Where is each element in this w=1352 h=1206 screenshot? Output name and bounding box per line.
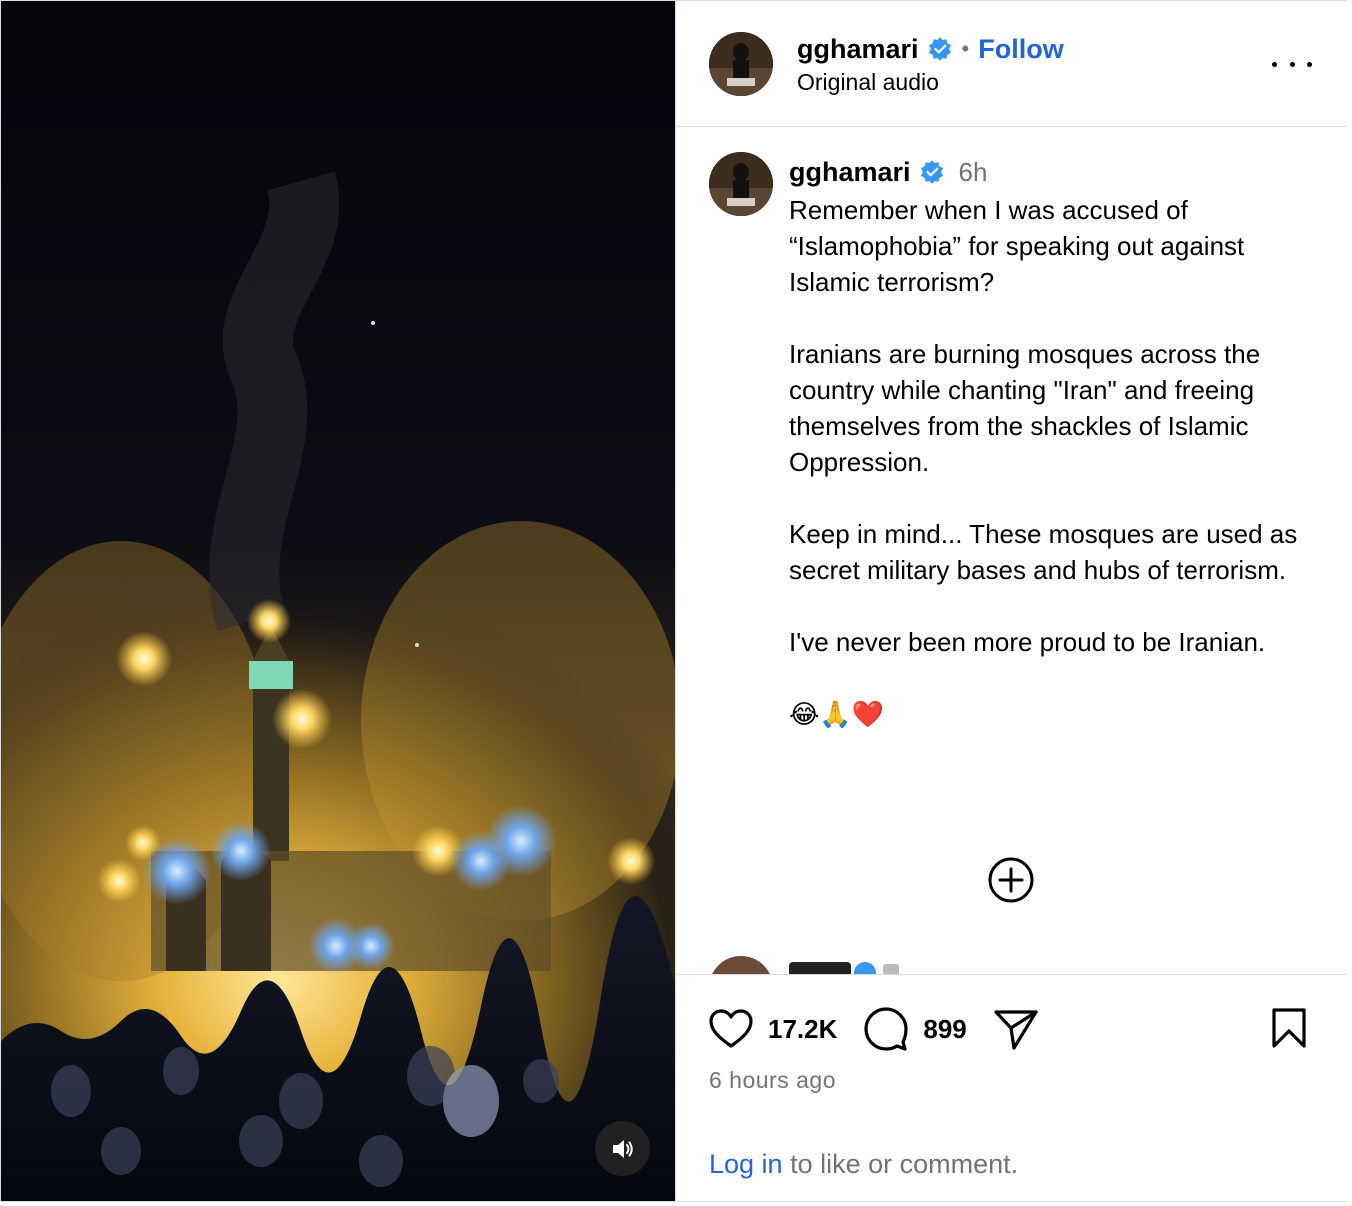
comments-scroll-area[interactable]: gghamari 6h Remember when I was accused … xyxy=(676,128,1348,974)
speaker-icon xyxy=(612,1139,633,1158)
heart-icon xyxy=(709,1009,753,1048)
follow-button[interactable]: Follow xyxy=(978,34,1063,65)
author-username[interactable]: gghamari xyxy=(797,34,919,65)
action-bar: 17.2K 899 xyxy=(708,1005,1039,1053)
caption-text: Remember when I was accused of “Islamoph… xyxy=(789,195,1298,729)
verified-badge-icon xyxy=(920,160,943,184)
load-more-comments-button[interactable] xyxy=(987,856,1035,904)
volume-button[interactable] xyxy=(595,1121,650,1176)
separator-dot: • xyxy=(961,36,970,61)
avatar-image xyxy=(709,32,773,96)
post-timestamp[interactable]: 6 hours ago xyxy=(709,1067,836,1094)
comment-button[interactable] xyxy=(863,1006,909,1052)
caption-username[interactable]: gghamari xyxy=(789,157,911,188)
paper-plane-icon xyxy=(994,1010,1038,1050)
login-prompt-text: to like or comment. xyxy=(782,1149,1019,1179)
caption-time[interactable]: 6h xyxy=(959,157,988,188)
post-side-panel: gghamari • Follow Original audio gghamar… xyxy=(675,1,1348,1201)
like-count[interactable]: 17.2K xyxy=(768,1014,837,1045)
author-avatar[interactable] xyxy=(709,32,773,96)
audio-label[interactable]: Original audio xyxy=(797,69,939,96)
post-video[interactable] xyxy=(1,1,675,1201)
verified-badge-icon xyxy=(928,37,951,61)
like-button[interactable] xyxy=(708,1006,754,1052)
bookmark-icon xyxy=(1272,1008,1306,1048)
actions-section: 17.2K 899 6 hours ago Log in to like or … xyxy=(676,974,1348,1201)
avatar-image xyxy=(709,152,773,216)
login-link[interactable]: Log in xyxy=(709,1149,783,1179)
comment-count[interactable]: 899 xyxy=(923,1014,966,1045)
next-comment-header-partial xyxy=(789,962,899,974)
share-button[interactable] xyxy=(993,1006,1039,1052)
post-header: gghamari • Follow Original audio xyxy=(676,1,1348,127)
caption-avatar[interactable] xyxy=(709,152,773,216)
plus-circle-icon xyxy=(988,857,1034,903)
login-prompt: Log in to like or comment. xyxy=(709,1149,1018,1180)
next-comment-avatar[interactable] xyxy=(709,956,773,974)
more-options-icon[interactable] xyxy=(1272,49,1312,79)
comment-bubble-icon xyxy=(864,1007,908,1051)
video-frame-image xyxy=(1,1,675,1201)
save-button[interactable] xyxy=(1266,1005,1312,1051)
post-dialog: gghamari • Follow Original audio gghamar… xyxy=(0,0,1348,1202)
